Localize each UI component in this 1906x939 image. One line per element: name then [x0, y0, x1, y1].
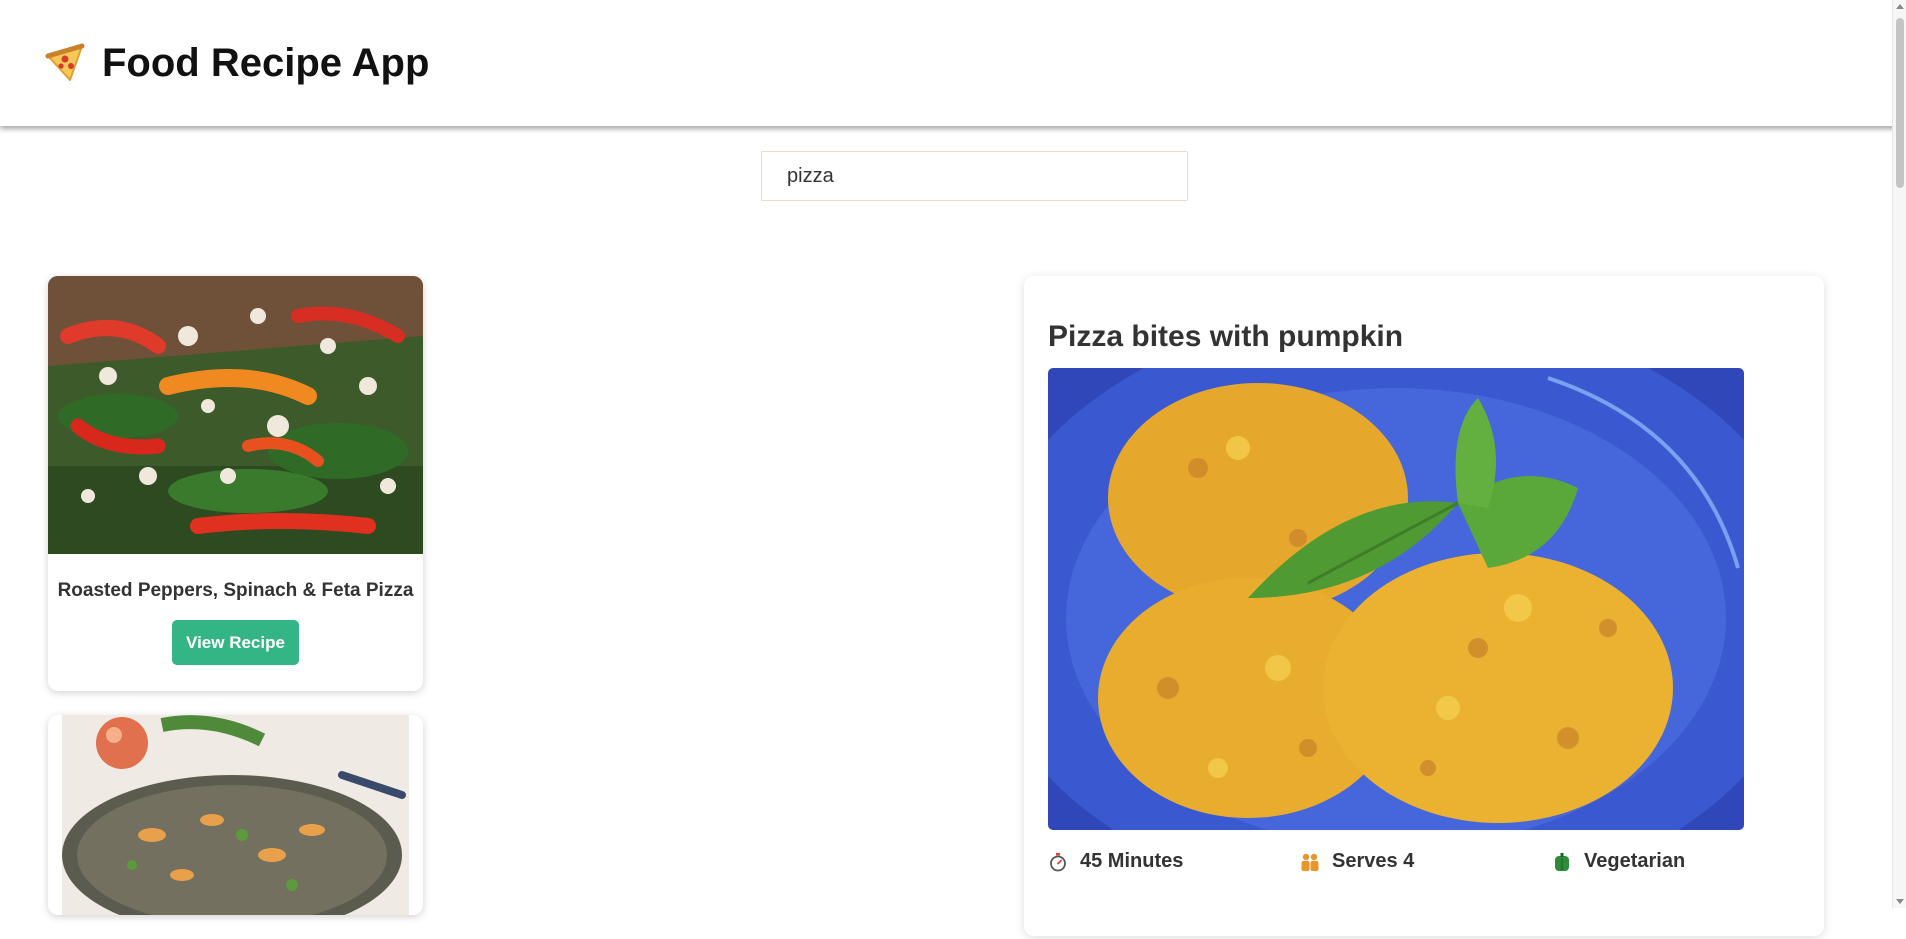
green-pepper-icon [1555, 852, 1569, 871]
recipe-diet: Vegetarian [1552, 850, 1742, 873]
scroll-down-arrow-icon[interactable] [1896, 899, 1904, 904]
recipe-detail-title: Pizza bites with pumpkin [1048, 320, 1404, 353]
stopwatch-icon [1050, 852, 1066, 871]
app-title: Food Recipe App [102, 40, 430, 85]
scrollbar-thumb[interactable] [1896, 18, 1904, 188]
recipe-image[interactable] [62, 715, 409, 915]
view-recipe-button[interactable]: View Recipe [172, 620, 299, 665]
recipe-meta: 45 Minutes Serves 4 Vegetarian [1048, 850, 1800, 873]
recipe-time-text: 45 Minutes [1080, 850, 1184, 872]
recipe-diet-text: Vegetarian [1584, 850, 1686, 872]
recipe-card-title: Roasted Peppers, Spinach & Feta Pizza [57, 580, 414, 601]
recipe-card [48, 715, 423, 915]
recipe-detail-image [1048, 368, 1744, 830]
recipe-servings: Serves 4 [1300, 850, 1552, 873]
people-icon [1301, 853, 1319, 871]
pizza-slice-icon [45, 43, 85, 81]
recipe-image[interactable] [48, 276, 423, 554]
recipe-results-list: Roasted Peppers, Spinach & Feta Pizza Vi… [48, 276, 423, 939]
app-header: Food Recipe App [0, 0, 1900, 126]
scroll-up-arrow-icon[interactable] [1896, 4, 1904, 9]
page-scrollbar[interactable] [1892, 0, 1906, 908]
recipe-time: 45 Minutes [1048, 850, 1300, 873]
search-input[interactable] [761, 151, 1188, 201]
recipe-servings-text: Serves 4 [1332, 850, 1415, 872]
recipe-card: Roasted Peppers, Spinach & Feta Pizza Vi… [48, 276, 423, 691]
recipe-detail-panel: Pizza bites with pumpkin 45 Minutes Serv… [1024, 276, 1824, 936]
